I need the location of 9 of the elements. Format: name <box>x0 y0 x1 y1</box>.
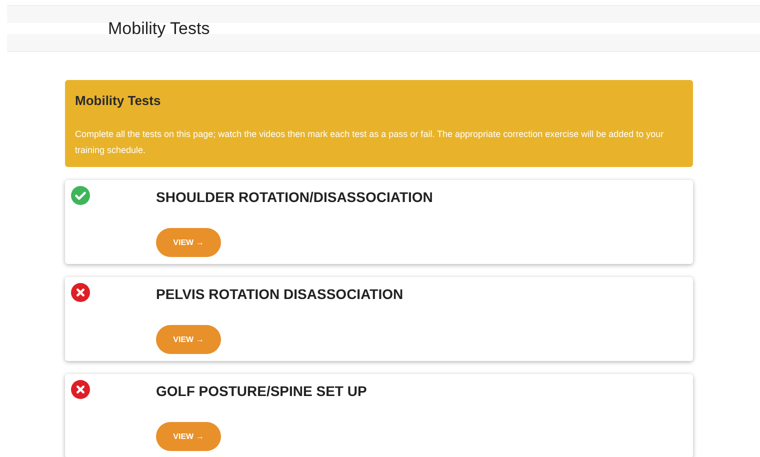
view-button[interactable]: VIEW → <box>156 422 221 451</box>
test-title: SHOULDER ROTATION/DISASSOCIATION <box>156 189 433 205</box>
notice-text: Complete all the tests on this page; watch the videos then mark each test as a pass or fail. The appropriate correction exercise will be added to your training schedule. <box>75 128 665 157</box>
test-title: GOLF POSTURE/SPINE SET UP <box>156 383 367 399</box>
test-title: PELVIS ROTATION DISASSOCIATION <box>156 286 404 302</box>
notice-title: Mobility Tests <box>75 93 162 108</box>
view-button[interactable]: VIEW → <box>156 325 221 354</box>
view-button[interactable]: VIEW → <box>156 228 221 257</box>
page-title: Mobility Tests <box>108 18 210 38</box>
